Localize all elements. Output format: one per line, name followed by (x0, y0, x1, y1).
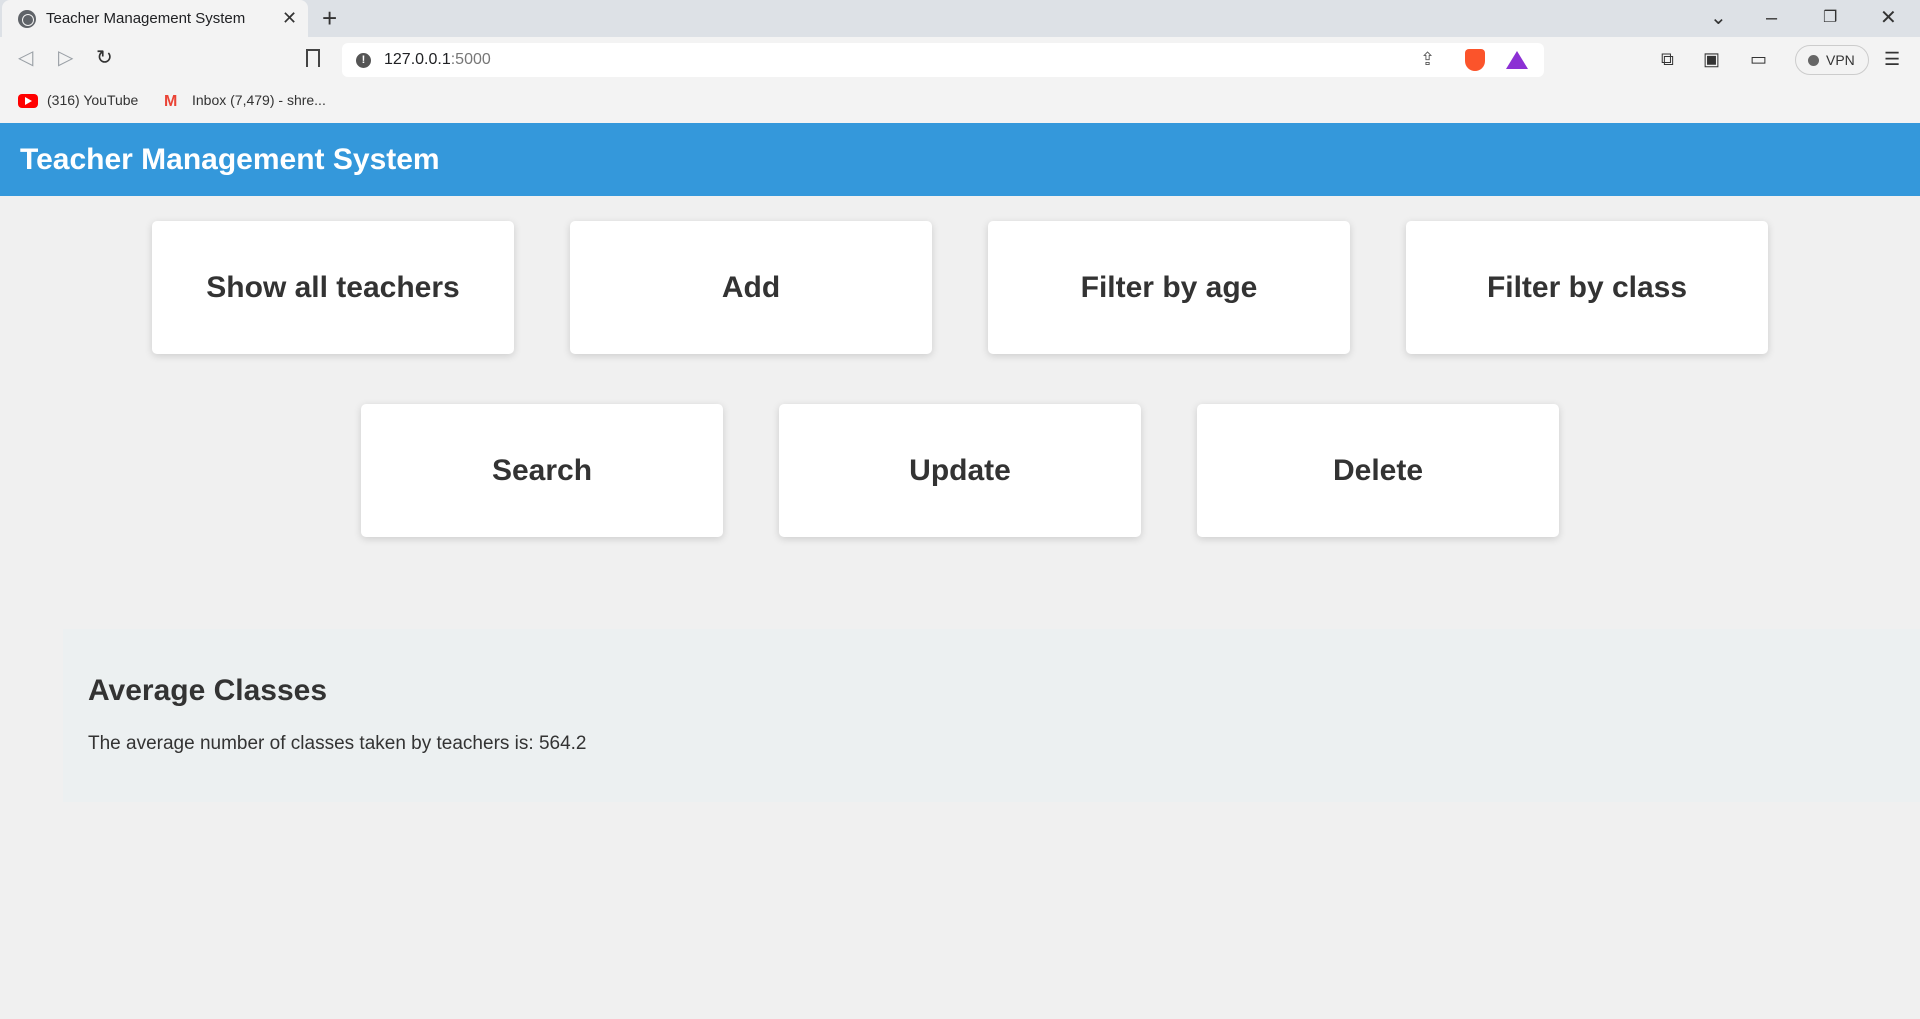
average-classes-text: The average number of classes taken by t… (88, 733, 587, 754)
site-info-icon[interactable]: ! (356, 53, 371, 68)
restore-icon[interactable]: ❐ (1823, 6, 1837, 30)
forward-icon[interactable]: ▷ (58, 46, 73, 70)
page-title: Teacher Management System (20, 143, 440, 176)
youtube-icon (18, 94, 38, 108)
bookmark-youtube[interactable]: (316) YouTube (47, 92, 138, 108)
extensions-icon[interactable]: ⧉ (1661, 47, 1674, 71)
gmail-icon: M (164, 93, 178, 110)
menu-icon[interactable]: ☰ (1884, 47, 1900, 71)
update-button[interactable]: Update (779, 404, 1141, 537)
url-host: 127.0.0.1 (384, 51, 451, 68)
browser-tabstrip: Teacher Management System ✕ + ⌄ – ❐ ✕ (0, 0, 1920, 37)
vpn-status-icon (1808, 55, 1819, 66)
sidebar-icon[interactable]: ▣ (1703, 47, 1720, 71)
delete-button[interactable]: Delete (1197, 404, 1559, 537)
browser-tab[interactable]: Teacher Management System ✕ (2, 0, 308, 37)
tab-close-icon[interactable]: ✕ (282, 8, 297, 28)
vpn-label: VPN (1826, 52, 1855, 68)
minimize-icon[interactable]: – (1766, 6, 1777, 30)
bookmarks-bar: (316) YouTube M Inbox (7,479) - shre... (0, 83, 1920, 123)
average-classes-heading: Average Classes (88, 674, 328, 707)
search-button[interactable]: Search (361, 404, 723, 537)
share-icon[interactable]: ⇪ (1420, 49, 1435, 70)
globe-icon (18, 10, 36, 28)
new-tab-button[interactable]: + (322, 4, 337, 32)
brave-rewards-icon[interactable] (1506, 51, 1528, 69)
reload-icon[interactable]: ↻ (96, 46, 113, 70)
browser-toolbar: ◁ ▷ ↻ ! 127.0.0.1:5000 ⇪ ⧉ ▣ ▭ VPN ☰ (0, 37, 1920, 83)
back-icon[interactable]: ◁ (18, 46, 33, 70)
url-port: :5000 (450, 51, 491, 68)
wallet-icon[interactable]: ▭ (1750, 47, 1767, 71)
address-bar[interactable]: ! 127.0.0.1:5000 ⇪ (342, 43, 1544, 77)
close-window-icon[interactable]: ✕ (1880, 6, 1897, 30)
bookmark-icon[interactable] (306, 49, 320, 67)
filter-by-class-button[interactable]: Filter by class (1406, 221, 1768, 354)
app-header: Teacher Management System (0, 123, 1920, 196)
add-button[interactable]: Add (570, 221, 932, 354)
show-all-teachers-button[interactable]: Show all teachers (152, 221, 514, 354)
tab-search-icon[interactable]: ⌄ (1710, 6, 1727, 30)
vpn-button[interactable]: VPN (1795, 45, 1869, 75)
bookmark-gmail[interactable]: Inbox (7,479) - shre... (192, 92, 326, 108)
filter-by-age-button[interactable]: Filter by age (988, 221, 1350, 354)
brave-shields-icon[interactable] (1465, 49, 1485, 71)
tab-title: Teacher Management System (46, 10, 246, 27)
url-text[interactable]: 127.0.0.1:5000 (384, 51, 491, 69)
average-classes-section: Average Classes The average number of cl… (63, 629, 1920, 802)
